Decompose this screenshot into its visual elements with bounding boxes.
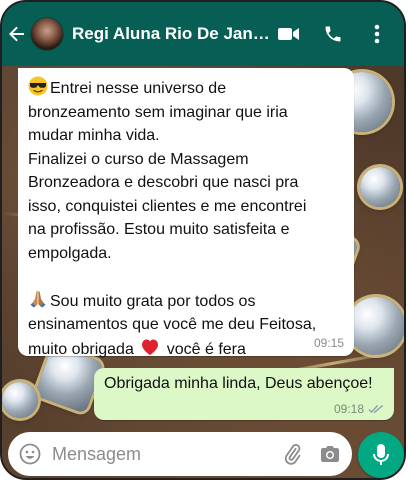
outgoing-message-time: 09:18 bbox=[333, 402, 364, 416]
message-line: ensinamentos que você me deu Feitosa, bbox=[28, 316, 317, 333]
message-line: muito obrigada bbox=[28, 340, 134, 358]
more-options-icon[interactable] bbox=[366, 23, 388, 45]
mic-icon bbox=[373, 444, 389, 465]
message-line: bronzeamento sem imaginar que iria bbox=[28, 103, 288, 121]
message-line: mudar minha vida. bbox=[28, 127, 160, 144]
smiling-face-with-sunglasses-icon bbox=[28, 76, 48, 96]
message-composer: Mensagem bbox=[8, 432, 352, 476]
folded-hands-icon bbox=[30, 290, 46, 307]
incoming-message-time: 09:15 bbox=[313, 336, 344, 350]
message-line: Entrei nesse universo de bbox=[50, 80, 227, 97]
incoming-message-text: Entrei nesse universo de bronzeamento se… bbox=[28, 76, 344, 361]
mic-button[interactable] bbox=[358, 432, 404, 478]
message-input[interactable]: Mensagem bbox=[52, 444, 280, 465]
red-heart-icon bbox=[142, 339, 159, 355]
message-paragraph: Entrei nesse universo de bronzeamento se… bbox=[28, 76, 344, 148]
phone-call-icon[interactable] bbox=[322, 23, 344, 45]
back-arrow-icon[interactable] bbox=[8, 23, 26, 45]
contact-name[interactable]: Regi Aluna Rio De Jane… bbox=[72, 24, 277, 44]
incoming-message-bubble[interactable]: Entrei nesse universo de bronzeamento se… bbox=[18, 68, 354, 358]
contact-avatar[interactable] bbox=[30, 17, 64, 51]
double-check-icon bbox=[368, 404, 384, 414]
message-line: Bronzeadora e descobri que nasci pra bbox=[28, 174, 299, 191]
message-line: empolgada. bbox=[28, 244, 112, 262]
outgoing-message-text: Obrigada minha linda, Deus abençoe! bbox=[104, 375, 373, 392]
emoji-icon[interactable] bbox=[18, 442, 42, 466]
message-paragraph: Finalizei o curso de Massagem Bronzeador… bbox=[28, 148, 344, 266]
message-line: na profissão. Estou muito satisfeita e bbox=[28, 221, 290, 238]
message-paragraph: Sou muito grata por todos os ensinamento… bbox=[28, 289, 344, 362]
outgoing-message-bubble[interactable]: Obrigada minha linda, Deus abençoe! 09:1… bbox=[94, 368, 394, 420]
message-line: você é fera bbox=[166, 340, 246, 358]
message-line: isso, conquistei clientes e me encontrei bbox=[28, 197, 307, 215]
chat-screen: Regi Aluna Rio De Jane… Entrei nesse uni… bbox=[0, 0, 406, 480]
attach-icon[interactable] bbox=[280, 442, 304, 466]
message-line: Finalizei o curso de Massagem bbox=[28, 150, 249, 168]
message-line: Sou muito grata por todos os bbox=[50, 292, 256, 310]
chat-header: Regi Aluna Rio De Jane… bbox=[2, 2, 404, 66]
camera-icon[interactable] bbox=[318, 442, 342, 466]
video-call-icon[interactable] bbox=[278, 23, 300, 45]
